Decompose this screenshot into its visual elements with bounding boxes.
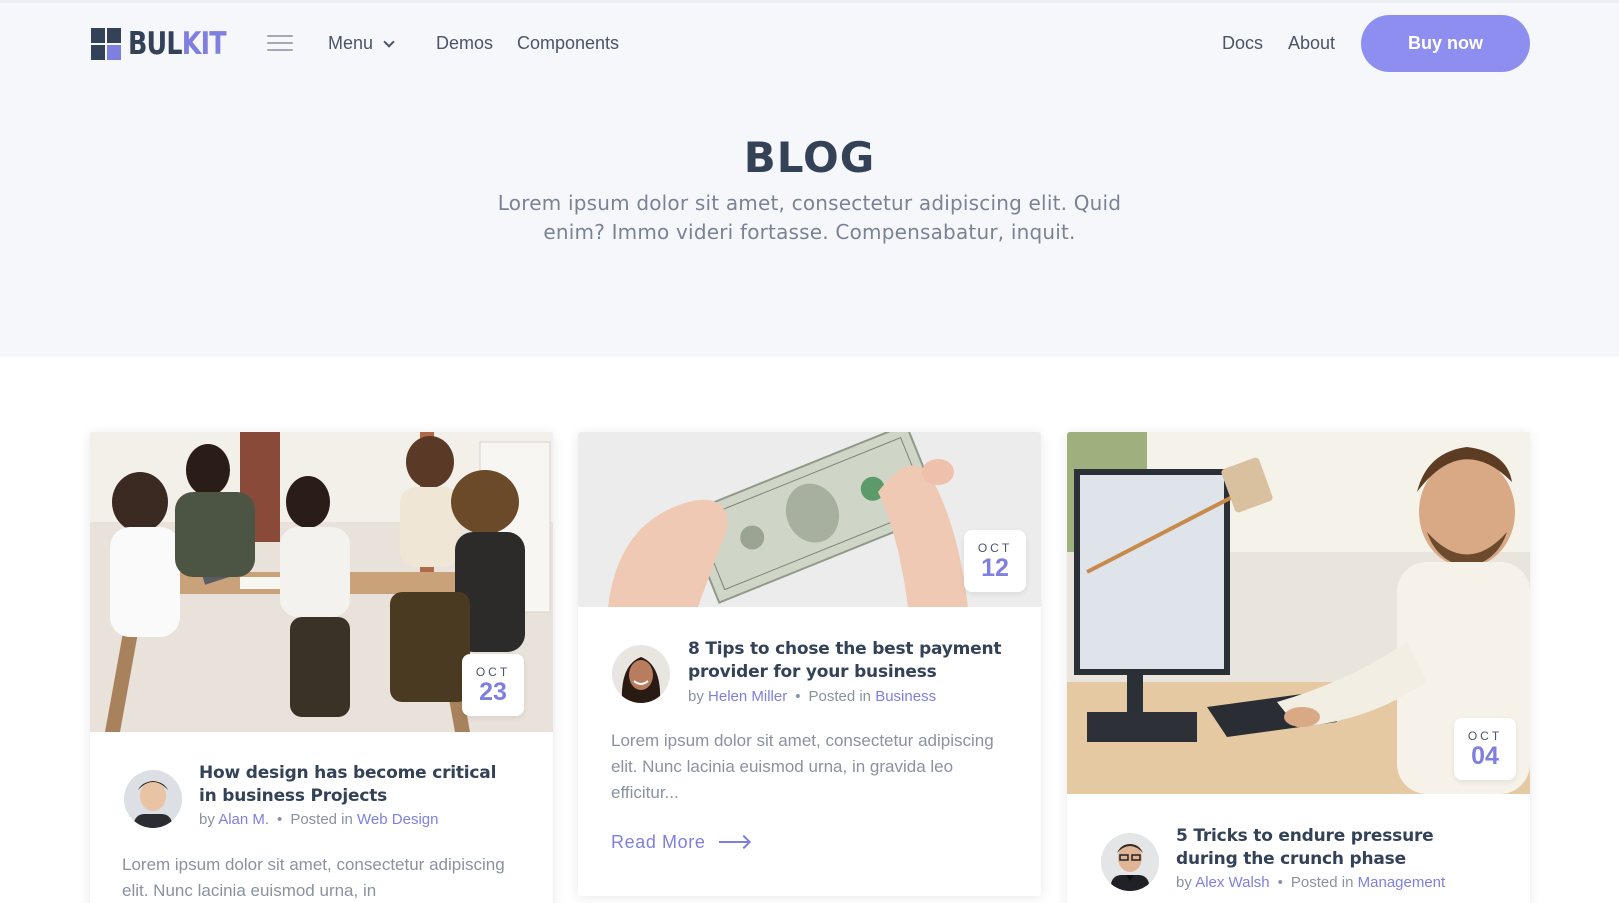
author-avatar bbox=[1101, 833, 1159, 891]
author-link[interactable]: Alan M. bbox=[218, 811, 269, 828]
hamburger-icon[interactable] bbox=[267, 35, 293, 53]
author-avatar bbox=[124, 770, 182, 828]
nav-link-docs[interactable]: Docs bbox=[1222, 32, 1263, 54]
nav-link-components[interactable]: Components bbox=[517, 32, 619, 54]
post-excerpt: Lorem ipsum dolor sit amet, consectetur … bbox=[122, 855, 505, 900]
logo-text: BULKIT bbox=[128, 26, 227, 62]
nav-link-about[interactable]: About bbox=[1288, 32, 1335, 54]
author-avatar bbox=[612, 645, 670, 703]
category-link[interactable]: Management bbox=[1358, 874, 1446, 891]
post-byline: by Helen Miller • Posted in Business bbox=[688, 688, 937, 705]
nav-link-demos[interactable]: Demos bbox=[436, 32, 493, 54]
post-byline: by Alan M. • Posted in Web Design bbox=[199, 811, 439, 828]
buy-now-button[interactable]: Buy now bbox=[1361, 15, 1530, 72]
date-badge: OCT 04 bbox=[1454, 718, 1516, 780]
hero-section: BULKIT Menu Demos Components Docs About … bbox=[0, 0, 1619, 357]
date-badge: OCT 23 bbox=[462, 654, 524, 716]
author-link[interactable]: Helen Miller bbox=[708, 688, 787, 705]
brand-logo[interactable]: BULKIT bbox=[91, 27, 247, 61]
navbar: BULKIT Menu Demos Components Docs About … bbox=[0, 3, 1619, 83]
post-title[interactable]: 5 Tricks to endure pressure during the c… bbox=[1176, 825, 1496, 871]
logo-mark-icon bbox=[91, 28, 121, 60]
chevron-down-icon bbox=[383, 36, 395, 48]
post-title[interactable]: 8 Tips to chose the best payment provide… bbox=[688, 638, 1008, 684]
read-more-link[interactable]: Read More bbox=[611, 832, 750, 853]
nav-menu-label: Menu bbox=[328, 33, 374, 53]
post-byline: by Alex Walsh • Posted in Management bbox=[1176, 874, 1446, 891]
post-excerpt: Lorem ipsum dolor sit amet, consectetur … bbox=[611, 731, 994, 802]
author-link[interactable]: Alex Walsh bbox=[1195, 874, 1269, 891]
blog-card[interactable]: OCT 23 How design has become critical in… bbox=[90, 432, 553, 903]
blog-card[interactable]: OCT 12 8 Tips to chose the best payment … bbox=[578, 432, 1041, 896]
post-title[interactable]: How design has become critical in busine… bbox=[199, 762, 519, 808]
category-link[interactable]: Business bbox=[875, 688, 936, 705]
page-title: BLOG bbox=[743, 133, 876, 182]
nav-menu-dropdown[interactable]: Menu bbox=[328, 32, 395, 54]
page-subtitle: Lorem ipsum dolor sit amet, consectetur … bbox=[497, 191, 1122, 244]
date-badge: OCT 12 bbox=[964, 530, 1026, 592]
blog-card[interactable]: OCT 04 5 Tricks to endure pressure durin… bbox=[1067, 432, 1530, 903]
category-link[interactable]: Web Design bbox=[357, 811, 438, 828]
arrow-right-icon bbox=[719, 841, 750, 843]
